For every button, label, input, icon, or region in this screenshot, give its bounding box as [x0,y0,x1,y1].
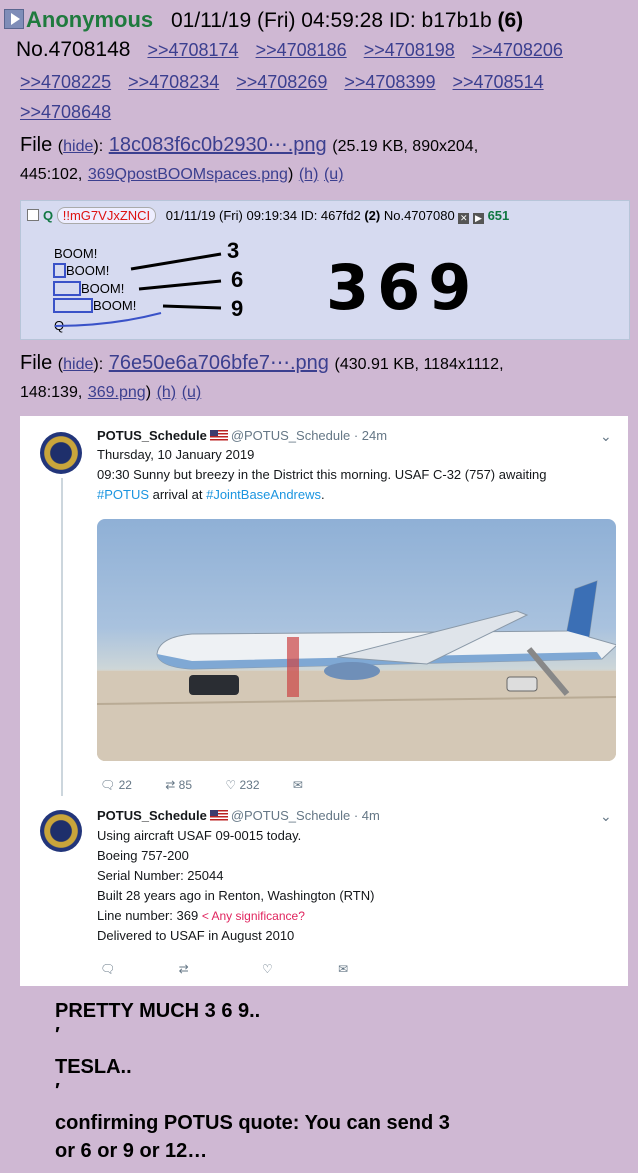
post-number[interactable]: No.4708148 [16,38,130,61]
file-label: File [20,352,53,374]
like-icon[interactable]: ♡ [262,962,273,976]
file-size: (430.91 KB, 1184x1112, [334,356,504,373]
tweet-line: Using aircraft USAF 09-0015 today. [97,828,302,843]
post-datetime: 01/11/19 (Fri) 04:59:28 [170,9,384,32]
reply-link[interactable]: >>4708225 [20,72,111,92]
h-link[interactable]: (h) [157,384,177,401]
tweet-fragment: Line number: 369 [97,908,199,923]
retweet-icon[interactable]: ⇄ 85 [165,778,192,792]
file-info-2: File (hide): 76e50e6a706bfe7⋯.png (430.9… [20,352,504,401]
reply-links-row-3: >>4708648 [20,100,620,124]
reply-link[interactable]: >>4708186 [256,40,347,60]
post-header: Anonymous 01/11/19 (Fri) 04:59:28 ID: b1… [4,8,634,33]
avatar [40,810,82,852]
retweet-icon[interactable]: ⇄ [179,962,189,976]
retweet-count: 85 [178,778,193,792]
reply-link[interactable]: >>4708174 [147,40,238,60]
hashtag[interactable]: #JointBaseAndrews [206,487,321,502]
tweet-header: POTUS_Schedule @POTUS_Schedule · 24m [97,428,387,443]
caption-line: confirming POTUS quote: You can send 3 [55,1112,450,1134]
reply-link[interactable]: >>4708234 [128,72,219,92]
annotation-note: < Any significance? [201,909,305,923]
us-flag-icon [209,810,228,821]
expand-icon[interactable] [4,9,24,29]
q-post-image[interactable]: Q !!mG7VJxZNCI 01/11/19 (Fri) 09:19:34 I… [20,200,630,340]
file-info-1: File (hide): 18c083f6c0b2930⋯.png (25.19… [20,134,479,183]
aircraft-photo [97,519,616,761]
u-link[interactable]: (u) [182,384,202,401]
hashtag[interactable]: #POTUS [97,487,149,502]
reply-icon[interactable]: 🗨 [100,962,115,976]
file-name-link[interactable]: 18c083f6c0b2930⋯.png [109,134,327,156]
tweet-line: Line number: 369 < Any significance? [97,906,617,926]
annotation-lines [54,252,222,327]
us-flag-icon [209,430,228,441]
reply-link[interactable]: >>4708198 [364,40,455,60]
tweet-line: #POTUS arrival at #JointBaseAndrews. [97,485,617,505]
tweet-header: POTUS_Schedule @POTUS_Schedule · 4m [97,808,380,823]
file-size: (25.19 KB, 890x204, [332,138,479,155]
tweet-handle: @POTUS_Schedule · 24m [230,428,388,443]
post-id-count: (6) [497,9,524,32]
tweet-author: POTUS_Schedule [97,808,207,823]
thread-line [61,478,63,796]
poster-name: Anonymous [26,7,154,32]
reply-count: 22 [118,778,132,792]
file-label: File [20,134,53,156]
tweet-author: POTUS_Schedule [97,428,207,443]
message-icon[interactable]: ✉ [338,962,348,976]
tweet-line: Built 28 years ago in Renton, Washington… [97,888,375,903]
tweet-line: Serial Number: 25044 [97,868,224,883]
tweet-line: 09:30 Sunny but breezy in the District t… [97,467,547,482]
caption-tick: ′ [55,1024,60,1046]
chevron-down-icon[interactable]: ⌄ [600,428,612,445]
tweet-actions: 🗨 22 ⇄ 85 ♡ 232 ✉ [100,778,333,792]
post-id[interactable]: ID: b17b1b [389,9,492,32]
caption-line: PRETTY MUCH 3 6 9.. [55,1000,261,1022]
chevron-down-icon[interactable]: ⌄ [600,808,612,825]
reply-link[interactable]: >>4708514 [453,72,544,92]
reply-link[interactable]: >>4708206 [472,40,563,60]
avatar [40,432,82,474]
tweet-text: Using aircraft USAF 09-0015 today. Boein… [97,826,617,946]
reply-link[interactable]: >>4708269 [236,72,327,92]
tweet-handle: @POTUS_Schedule · 4m [230,808,380,823]
reply-link[interactable]: >>4708648 [20,102,111,122]
file-ratio: 148:139, [20,384,83,401]
caption-tick: ′ [55,1080,60,1102]
reply-links-row-2: >>4708225 >>4708234 >>4708269 >>4708399 … [20,70,620,94]
h-link[interactable]: (h) [299,166,319,183]
original-name-link[interactable]: 369.png [88,384,146,401]
tweet-line: Thursday, 10 January 2019 [97,447,255,462]
tweet-line: Delivered to USAF in August 2010 [97,928,295,943]
hide-link[interactable]: hide [63,138,93,155]
file-ratio: 445:102, [20,166,83,183]
reply-link[interactable]: >>4708399 [344,72,435,92]
tweet-fragment: arrival at [149,487,207,502]
tweet-fragment: . [321,487,325,502]
tweets-image[interactable]: POTUS_Schedule @POTUS_Schedule · 24m ⌄ Th… [20,416,628,986]
file-name-link[interactable]: 76e50e6a706bfe7⋯.png [109,352,329,374]
digit-label: 9 [231,296,244,321]
digit-label: 6 [231,267,244,292]
digit-label: 3 [227,238,240,263]
reply-links-row-1: No.4708148 >>4708174 >>4708186 >>4708198… [16,38,620,62]
tweet-text: Thursday, 10 January 2019 09:30 Sunny bu… [97,445,617,505]
big-369: 369 [326,251,480,324]
like-count: 232 [239,778,260,792]
original-name-link[interactable]: 369QpostBOOMspaces.png [88,166,288,183]
tweet-line: Boeing 757-200 [97,848,189,863]
caption-line: or 6 or 9 or 12… [55,1140,208,1162]
u-link[interactable]: (u) [324,166,344,183]
caption-line: TESLA.. [55,1056,132,1078]
message-icon[interactable]: ✉ [293,778,303,792]
tweet-actions: 🗨 ⇄ ♡ ✉ [100,962,378,976]
like-icon[interactable]: ♡ 232 [225,778,259,792]
reply-icon[interactable]: 🗨 22 [100,778,132,792]
hide-link[interactable]: hide [63,356,93,373]
aircraft-illustration [97,580,616,761]
